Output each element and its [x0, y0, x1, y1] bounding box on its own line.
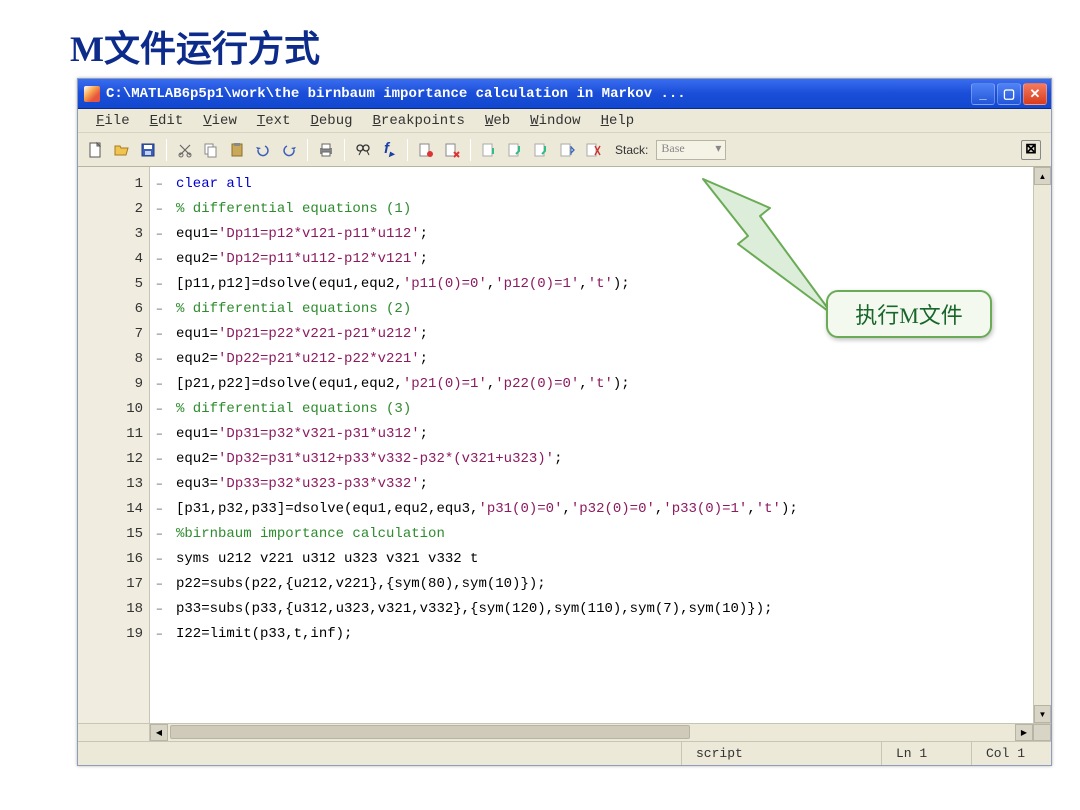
vertical-scrollbar[interactable]: ▲ ▼ — [1033, 167, 1051, 723]
code-line[interactable]: equ3='Dp33=p32*u323-p33*v332'; — [176, 471, 1033, 496]
stack-select[interactable]: Base ▾ — [656, 140, 726, 160]
step-icon[interactable] — [477, 138, 501, 162]
code-line[interactable]: p33=subs(p33,{u312,u323,v321,v332},{sym(… — [176, 596, 1033, 621]
breakpoint-clear-icon[interactable] — [440, 138, 464, 162]
window-title: C:\MATLAB6p5p1\work\the birnbaum importa… — [106, 86, 971, 102]
toolbar: f▸ Stack: Base ▾ ⊠ — [78, 133, 1051, 167]
matlab-icon — [84, 86, 100, 102]
panel-close-icon[interactable]: ⊠ — [1021, 140, 1041, 160]
code-line[interactable]: % differential equations (1) — [176, 196, 1033, 221]
code-line[interactable]: p22=subs(p22,{u212,v221},{sym(80),sym(10… — [176, 571, 1033, 596]
code-line[interactable]: equ2='Dp12=p11*u112-p12*v121'; — [176, 246, 1033, 271]
menu-web[interactable]: Web — [475, 111, 520, 131]
scroll-thumb[interactable] — [170, 725, 690, 739]
titlebar[interactable]: C:\MATLAB6p5p1\work\the birnbaum importa… — [78, 79, 1051, 109]
copy-icon[interactable] — [199, 138, 223, 162]
save-icon[interactable] — [136, 138, 160, 162]
code-line[interactable]: I22=limit(p33,t,inf); — [176, 621, 1033, 646]
menu-file[interactable]: File — [86, 111, 140, 131]
status-type: script — [681, 742, 881, 765]
matlab-editor-window: C:\MATLAB6p5p1\work\the birnbaum importa… — [77, 78, 1052, 766]
stack-label: Stack: — [615, 143, 648, 157]
code-area[interactable]: clear all% differential equations (1)equ… — [150, 167, 1033, 723]
scroll-down-icon[interactable]: ▼ — [1034, 705, 1051, 723]
status-line: Ln 1 — [881, 742, 971, 765]
undo-icon[interactable] — [251, 138, 275, 162]
function-icon[interactable]: f▸ — [377, 138, 401, 162]
menu-debug[interactable]: Debug — [301, 111, 363, 131]
callout-label: 执行M文件 — [826, 290, 992, 338]
code-line[interactable]: syms u212 v221 u312 u323 v321 v332 t — [176, 546, 1033, 571]
scroll-up-icon[interactable]: ▲ — [1034, 167, 1051, 185]
code-line[interactable]: clear all — [176, 171, 1033, 196]
menu-edit[interactable]: Edit — [140, 111, 194, 131]
scroll-right-icon[interactable]: ▶ — [1015, 724, 1033, 741]
minimize-button[interactable]: _ — [971, 83, 995, 105]
menu-window[interactable]: Window — [520, 111, 590, 131]
code-line[interactable]: equ2='Dp22=p21*u212-p22*v221'; — [176, 346, 1033, 371]
run-icon[interactable] — [555, 138, 579, 162]
menu-help[interactable]: Help — [591, 111, 645, 131]
statusbar: script Ln 1 Col 1 — [78, 741, 1051, 765]
scroll-left-icon[interactable]: ◀ — [150, 724, 168, 741]
code-line[interactable]: [p31,p32,p33]=dsolve(equ1,equ2,equ3,'p31… — [176, 496, 1033, 521]
menu-breakpoints[interactable]: Breakpoints — [363, 111, 475, 131]
status-col: Col 1 — [971, 742, 1051, 765]
redo-icon[interactable] — [277, 138, 301, 162]
open-file-icon[interactable] — [110, 138, 134, 162]
menu-view[interactable]: View — [193, 111, 247, 131]
code-line[interactable]: %birnbaum importance calculation — [176, 521, 1033, 546]
page-title: M文件运行方式 — [0, 0, 1080, 84]
paste-icon[interactable] — [225, 138, 249, 162]
cut-icon[interactable] — [173, 138, 197, 162]
code-line[interactable]: [p21,p22]=dsolve(equ1,equ2,'p21(0)=1','p… — [176, 371, 1033, 396]
code-line[interactable]: equ1='Dp31=p32*v321-p31*u312'; — [176, 421, 1033, 446]
horizontal-scrollbar[interactable]: ◀ ▶ — [78, 723, 1051, 741]
step-out-icon[interactable] — [529, 138, 553, 162]
new-file-icon[interactable] — [84, 138, 108, 162]
code-line[interactable]: equ2='Dp32=p31*u312+p33*v332-p32*(v321+u… — [176, 446, 1033, 471]
code-editor[interactable]: 1–2–3–4–5–6–7–8–9–10–11–12–13–14–15–16–1… — [78, 167, 1051, 723]
print-icon[interactable] — [314, 138, 338, 162]
step-in-icon[interactable] — [503, 138, 527, 162]
close-button[interactable]: ✕ — [1023, 83, 1047, 105]
code-line[interactable]: % differential equations (3) — [176, 396, 1033, 421]
menu-text[interactable]: Text — [247, 111, 301, 131]
menubar: FileEditViewTextDebugBreakpointsWebWindo… — [78, 109, 1051, 133]
line-gutter: 1–2–3–4–5–6–7–8–9–10–11–12–13–14–15–16–1… — [78, 167, 150, 723]
exit-debug-icon[interactable] — [581, 138, 605, 162]
code-line[interactable]: equ1='Dp11=p12*v121-p11*u112'; — [176, 221, 1033, 246]
breakpoint-set-icon[interactable] — [414, 138, 438, 162]
maximize-button[interactable]: ▢ — [997, 83, 1021, 105]
find-icon[interactable] — [351, 138, 375, 162]
